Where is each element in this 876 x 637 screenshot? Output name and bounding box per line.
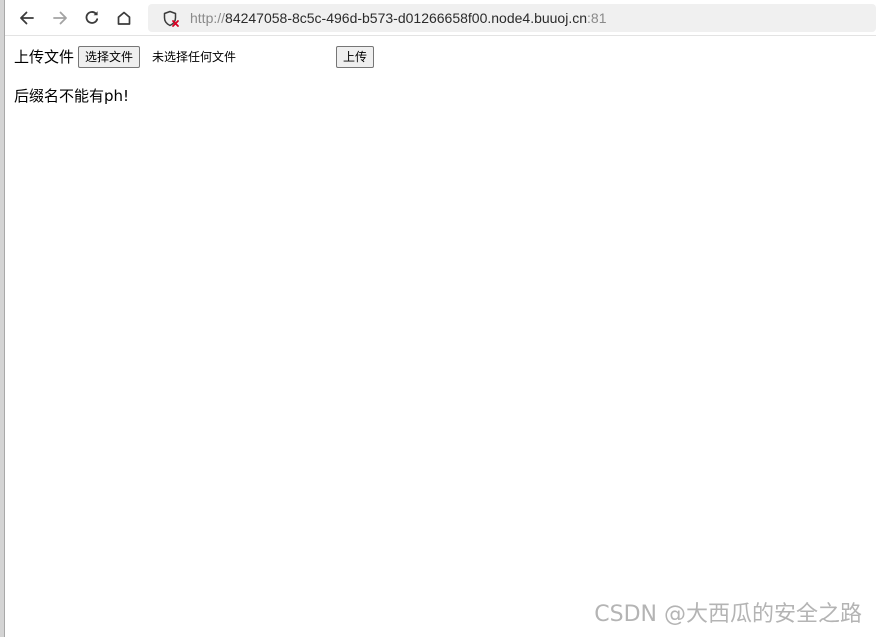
- reload-icon: [85, 11, 99, 24]
- url-host: 84247058-8c5c-496d-b573-d01266658f00.nod…: [225, 10, 588, 26]
- choose-file-button[interactable]: 选择文件: [78, 46, 141, 68]
- shield-warning-icon[interactable]: [162, 10, 180, 28]
- arrow-right-icon: [53, 11, 67, 25]
- url-text[interactable]: http://84247058-8c5c-496d-b573-d01266658…: [190, 9, 606, 27]
- address-bar[interactable]: http://84247058-8c5c-496d-b573-d01266658…: [148, 4, 876, 32]
- url-port: :81: [587, 10, 607, 26]
- upload-form: 上传文件 选择文件 未选择任何文件 上传: [14, 46, 394, 68]
- browser-toolbar: http://84247058-8c5c-496d-b573-d01266658…: [5, 0, 876, 36]
- csdn-watermark: CSDN @大西瓜的安全之路: [594, 602, 862, 627]
- arrow-left-icon: [20, 11, 34, 25]
- no-file-selected-text: 未选择任何文件: [152, 50, 237, 64]
- reload-button[interactable]: [79, 5, 105, 31]
- home-icon: [117, 11, 131, 25]
- home-button[interactable]: [111, 5, 137, 31]
- forward-button[interactable]: [47, 5, 73, 31]
- back-button[interactable]: [14, 5, 40, 31]
- upload-label: 上传文件: [14, 48, 75, 66]
- url-protocol: http://: [190, 10, 226, 26]
- window-left-edge: [0, 0, 5, 637]
- upload-submit-button[interactable]: 上传: [336, 46, 375, 68]
- error-message: 后缀名不能有ph!: [14, 87, 130, 105]
